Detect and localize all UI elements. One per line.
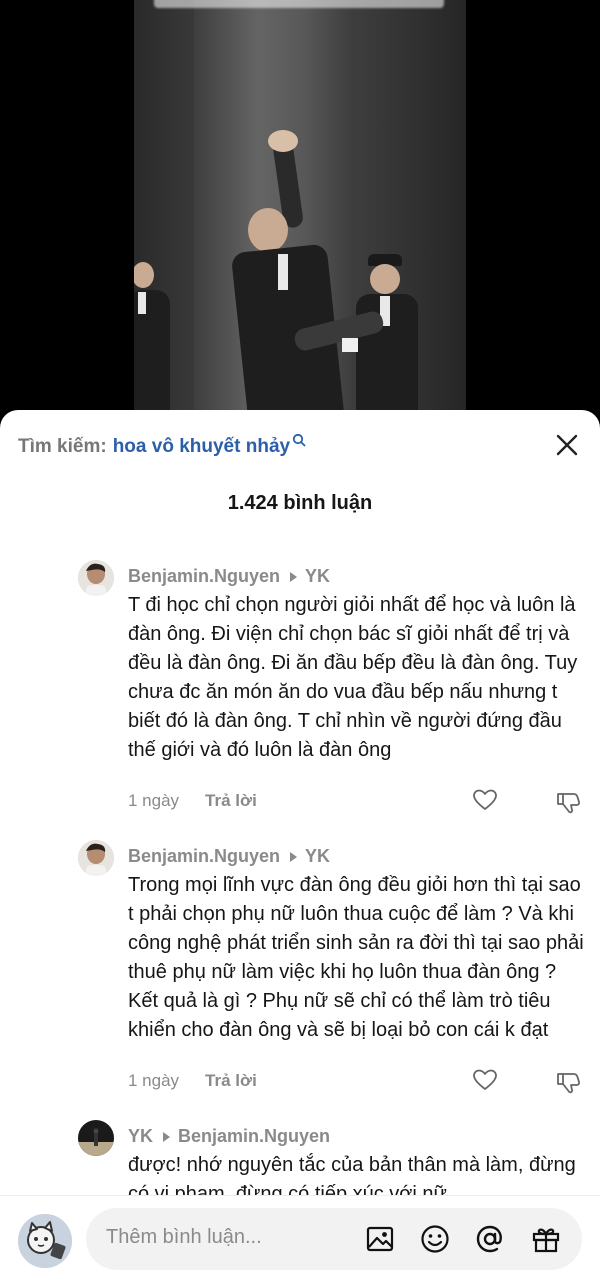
gift-icon[interactable] [530, 1223, 562, 1255]
close-icon[interactable] [554, 432, 580, 458]
related-search[interactable]: Tìm kiếm: hoa vô khuyết nhảy [18, 433, 306, 460]
avatar[interactable] [78, 1120, 114, 1156]
comment-meta: 1 ngày Trả lời [128, 1071, 257, 1091]
avatar[interactable] [78, 560, 114, 596]
comments-sheet: Tìm kiếm: hoa vô khuyết nhảy 1.424 bình … [0, 410, 600, 1283]
video-frame [134, 0, 466, 430]
comment-username[interactable]: Benjamin.Nguyen YK [128, 846, 330, 867]
search-icon [292, 433, 306, 449]
comment-time: 1 ngày [128, 791, 180, 810]
comment-username[interactable]: Benjamin.Nguyen YK [128, 566, 330, 587]
thumbs-down-icon[interactable] [554, 1068, 582, 1096]
comment-count: 1.424 bình luận [227, 492, 373, 514]
comment-text: Trong mọi lĩnh vực đàn ông đều giỏi hơn … [128, 874, 584, 1041]
emoji-icon[interactable] [419, 1223, 451, 1255]
username[interactable]: Benjamin.Nguyen [128, 566, 280, 587]
reply-button[interactable]: Trả lời [205, 1071, 257, 1091]
reply-arrow-icon [163, 1131, 171, 1142]
reply-arrow-icon [290, 571, 298, 582]
reply-to-username[interactable]: Benjamin.Nguyen [178, 1126, 330, 1147]
comment-input-placeholder: Thêm bình luận... [106, 1226, 262, 1248]
username[interactable]: YK [128, 1126, 153, 1147]
heart-icon[interactable] [471, 786, 499, 814]
comment-time: 1 ngày [128, 1071, 180, 1090]
thumbs-down-icon[interactable] [554, 788, 582, 816]
reply-to-username[interactable]: YK [305, 566, 330, 587]
video-figure-left [134, 262, 178, 430]
reply-arrow-icon [290, 851, 298, 862]
image-icon[interactable] [364, 1223, 396, 1255]
search-label: Tìm kiếm: [18, 436, 107, 457]
avatar[interactable] [18, 1214, 72, 1268]
video-figure-dancer [230, 130, 386, 430]
at-icon[interactable] [474, 1223, 506, 1255]
reply-to-username[interactable]: YK [305, 846, 330, 867]
video-player[interactable] [0, 0, 600, 430]
avatar[interactable] [78, 840, 114, 876]
comment-input-bar: Thêm bình luận... [0, 1195, 600, 1283]
comment-input[interactable]: Thêm bình luận... [86, 1208, 582, 1270]
comment-username[interactable]: YK Benjamin.Nguyen [128, 1126, 330, 1147]
search-term-link[interactable]: hoa vô khuyết nhảy [113, 436, 290, 458]
reply-button[interactable]: Trả lời [205, 791, 257, 811]
heart-icon[interactable] [471, 1066, 499, 1094]
username[interactable]: Benjamin.Nguyen [128, 846, 280, 867]
comment-text: T đi học chỉ chọn người giỏi nhất để học… [128, 594, 578, 761]
comment-meta: 1 ngày Trả lời [128, 791, 257, 811]
